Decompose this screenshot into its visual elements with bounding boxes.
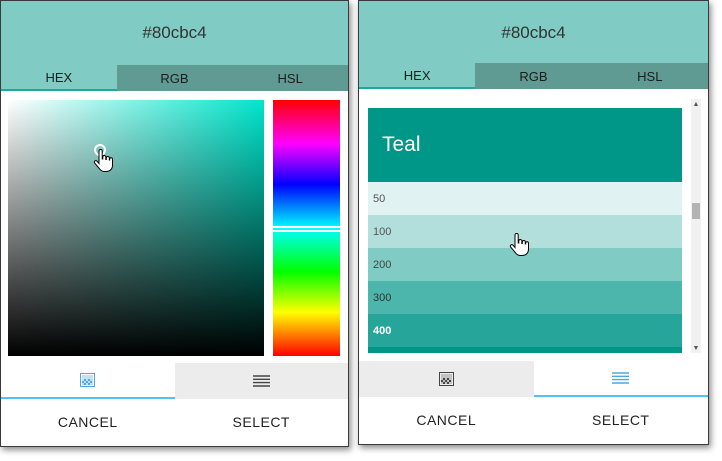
- list-icon: [612, 372, 630, 384]
- shade-row-300[interactable]: 300: [368, 281, 682, 314]
- scroll-up-arrow-icon[interactable]: ▲: [691, 99, 701, 109]
- gradient-icon: [80, 373, 96, 387]
- cancel-button[interactable]: CANCEL: [1, 399, 175, 445]
- shade-row-500[interactable]: [368, 347, 682, 353]
- tab-hex[interactable]: HEX: [359, 63, 476, 89]
- palette-scrollbar[interactable]: ▲ ▼: [691, 99, 701, 353]
- hex-value-header: #80cbc4: [359, 1, 708, 65]
- palette-header-teal[interactable]: Teal: [368, 108, 682, 182]
- shade-label: 100: [373, 225, 392, 238]
- gradient-icon: [438, 372, 454, 386]
- hand-cursor-icon: [93, 149, 113, 172]
- shade-row-50[interactable]: 50: [368, 182, 682, 215]
- cancel-button[interactable]: CANCEL: [359, 397, 534, 443]
- select-button[interactable]: SELECT: [534, 397, 709, 443]
- mode-palette-list[interactable]: [533, 361, 708, 397]
- scrollbar-thumb[interactable]: [692, 203, 700, 219]
- shade-label: 50: [373, 192, 386, 205]
- teal-palette-list: Teal 50 100 200 300 400: [368, 108, 682, 353]
- hue-slider[interactable]: [273, 100, 340, 356]
- picker-mode-bar: [359, 361, 708, 397]
- color-picker-dialog-palette: #80cbc4 HEX RGB HSL Teal 50 100 200 300 …: [358, 0, 709, 445]
- hand-cursor-icon: [509, 233, 529, 256]
- color-format-tabs: HEX RGB HSL: [359, 63, 708, 89]
- mode-gradient[interactable]: [359, 361, 534, 397]
- shade-label: 400: [373, 324, 392, 337]
- shade-label: 200: [373, 258, 392, 271]
- scroll-down-arrow-icon[interactable]: ▼: [691, 343, 701, 353]
- tab-hsl[interactable]: HSL: [232, 65, 348, 91]
- dialog-actions: CANCEL SELECT: [1, 399, 348, 445]
- picker-mode-bar: [1, 363, 348, 399]
- tab-rgb[interactable]: RGB: [475, 63, 592, 89]
- dialog-actions: CANCEL SELECT: [359, 397, 708, 443]
- tab-hsl[interactable]: HSL: [591, 63, 708, 89]
- hue-slider-handle[interactable]: [273, 226, 340, 232]
- color-picker-dialog-gradient: #80cbc4 HEX RGB HSL CANCEL SELECT: [0, 0, 349, 447]
- mode-palette-list[interactable]: [174, 363, 348, 399]
- saturation-value-area[interactable]: [8, 100, 264, 356]
- tab-rgb[interactable]: RGB: [116, 65, 233, 91]
- shade-row-400[interactable]: 400: [368, 314, 682, 347]
- shade-label: 300: [373, 291, 392, 304]
- color-format-tabs: HEX RGB HSL: [1, 65, 348, 91]
- tab-hex[interactable]: HEX: [1, 65, 117, 91]
- select-button[interactable]: SELECT: [175, 399, 349, 445]
- hex-value-header: #80cbc4: [1, 1, 348, 65]
- list-icon: [252, 375, 270, 387]
- mode-gradient[interactable]: [1, 363, 175, 399]
